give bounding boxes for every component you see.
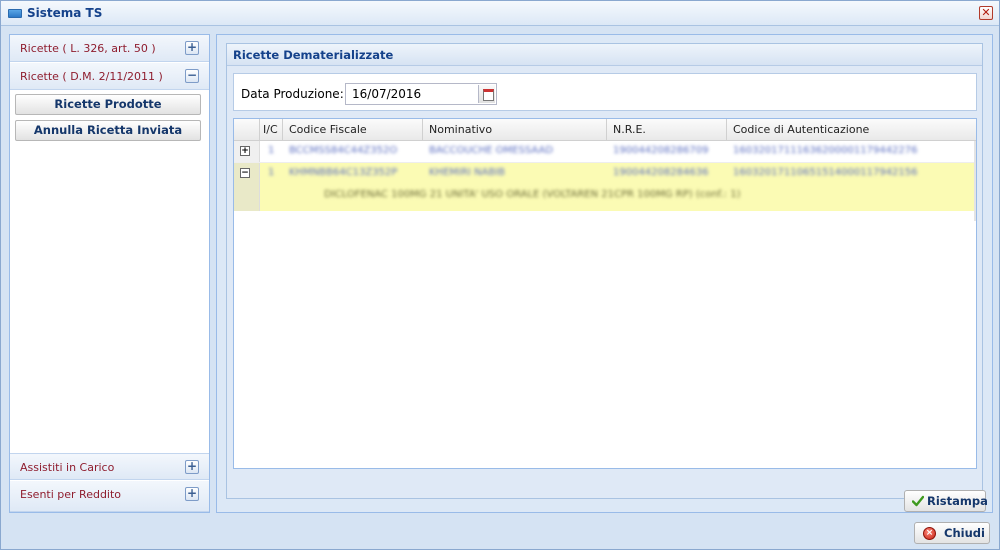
ristampa-button[interactable]: Ristampa: [904, 490, 988, 512]
window-title: Sistema TS: [27, 6, 103, 20]
cell-codice-fiscale: BCCMSS84C44Z352O: [289, 145, 398, 156]
window-close-icon[interactable]: ✕: [979, 6, 993, 20]
sidebar-section-assistiti[interactable]: Assistiti in Carico +: [10, 453, 209, 480]
title-bar: Sistema TS ✕: [1, 1, 999, 26]
cell-ic: 1: [268, 145, 275, 156]
sidebar-section-ricette-dm[interactable]: Ricette ( D.M. 2/11/2011 ) −: [10, 63, 209, 90]
expand-icon[interactable]: +: [185, 460, 199, 474]
column-header-nre[interactable]: N.R.E.: [607, 119, 727, 141]
expand-icon[interactable]: +: [185, 41, 199, 55]
cell-auth-code: 16032017110651514000117942156: [733, 167, 918, 178]
date-field[interactable]: [345, 83, 497, 105]
grid-scrollbar[interactable]: [974, 141, 976, 221]
cell-nominativo: BACCOUCHE OMESSAAD: [429, 145, 554, 156]
chiudi-button[interactable]: × Chiudi: [914, 522, 990, 544]
table-row[interactable]: + 1 BCCMSS84C44Z352O BACCOUCHE OMESSAAD …: [234, 141, 976, 163]
ricette-fieldset: Ricette Dematerializzate Data Produzione…: [226, 43, 988, 512]
app-window-icon: [8, 9, 22, 18]
date-label: Data Produzione:: [241, 87, 344, 101]
sidebar-section-label: Ricette ( L. 326, art. 50 ): [20, 42, 156, 55]
row-expander-cell: +: [234, 141, 260, 162]
expander-column-header: [234, 119, 260, 141]
sidebar: Ricette ( L. 326, art. 50 ) + Ricette ( …: [9, 34, 210, 513]
expand-icon[interactable]: +: [185, 487, 199, 501]
expand-row-icon[interactable]: +: [240, 146, 250, 156]
fieldset-header: Ricette Dematerializzate: [227, 44, 982, 66]
close-circle-icon: ×: [920, 526, 936, 541]
cell-auth-code: 16032017111636200001179442276: [733, 145, 918, 156]
date-input[interactable]: [346, 84, 476, 104]
calendar-icon[interactable]: [478, 85, 495, 103]
sidebar-section-esenti[interactable]: Esenti per Reddito +: [10, 481, 209, 512]
sidebar-section-label: Assistiti in Carico: [20, 461, 115, 474]
cell-nre: 190044208284636: [613, 167, 709, 178]
panel-title: Ricette Dematerializzate: [233, 48, 394, 62]
row-expander-cell: −: [234, 163, 260, 211]
collapse-row-icon[interactable]: −: [240, 168, 250, 178]
annulla-ricetta-button[interactable]: Annulla Ricetta Inviata: [15, 120, 201, 141]
grid-header: I/C Codice Fiscale Nominativo N.R.E. Cod…: [234, 119, 976, 141]
sidebar-section-body: Ricette Prodotte Annulla Ricetta Inviata: [10, 91, 209, 451]
cell-codice-fiscale: KHMNBB64C13Z352P: [289, 167, 398, 178]
column-header-codice-fiscale[interactable]: Codice Fiscale: [283, 119, 423, 141]
cell-nre: 190044208286709: [613, 145, 709, 156]
ristampa-label: Ristampa: [927, 494, 988, 508]
sidebar-section-label: Esenti per Reddito: [20, 488, 122, 501]
column-header-codice-autenticazione[interactable]: Codice di Autenticazione: [727, 119, 976, 141]
sidebar-section-ricette-l326[interactable]: Ricette ( L. 326, art. 50 ) +: [10, 35, 209, 62]
column-header-ic[interactable]: I/C: [260, 119, 283, 141]
grid-body: + 1 BCCMSS84C44Z352O BACCOUCHE OMESSAAD …: [234, 141, 976, 468]
ricette-prodotte-button[interactable]: Ricette Prodotte: [15, 94, 201, 115]
filter-form: Data Produzione:: [233, 73, 977, 111]
table-row-selected[interactable]: − 1 KHMNBB64C13Z352P KHEMIRI NABIB 19004…: [234, 163, 976, 211]
row-detail-text: DICLOFENAC 100MG 21 UNITA' USO ORALE (VO…: [324, 189, 741, 200]
results-grid: I/C Codice Fiscale Nominativo N.R.E. Cod…: [233, 118, 977, 469]
checkmark-icon: [910, 494, 925, 509]
main-window: Sistema TS ✕ Ricette ( L. 326, art. 50 )…: [0, 0, 1000, 550]
collapse-icon[interactable]: −: [185, 69, 199, 83]
column-header-nominativo[interactable]: Nominativo: [423, 119, 607, 141]
cell-nominativo: KHEMIRI NABIB: [429, 167, 506, 178]
sidebar-section-label: Ricette ( D.M. 2/11/2011 ): [20, 70, 163, 83]
chiudi-label: Chiudi: [944, 526, 985, 540]
content-panel: Ricette Dematerializzate Data Produzione…: [216, 34, 993, 513]
cell-ic: 1: [268, 167, 275, 178]
